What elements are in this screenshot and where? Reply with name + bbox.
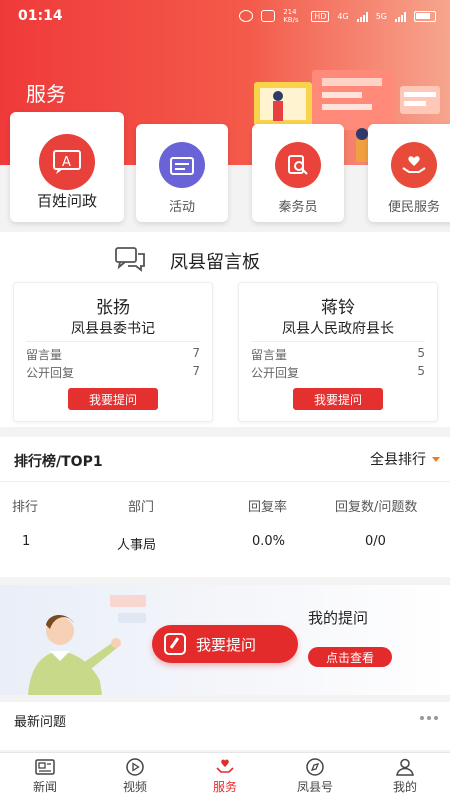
latest-questions-title: 最新问题	[14, 715, 67, 730]
service-label: 百姓问政	[36, 192, 97, 210]
column-header-reply-count: 回复数/问题数	[335, 500, 418, 515]
calendar-icon	[159, 142, 205, 188]
ask-question-pill-button[interactable]: 我要提问	[152, 625, 298, 663]
divider	[26, 341, 200, 342]
leader-role: 凤县人民政府县长	[282, 321, 394, 337]
signal2-icon	[395, 11, 406, 22]
caret-down-icon	[432, 456, 440, 462]
service-card-huodong[interactable]: 活动	[136, 124, 228, 222]
stat-label: 留言量	[251, 348, 288, 362]
leader-role: 凤县县委书记	[71, 321, 155, 337]
tab-label: 新闻	[32, 780, 57, 794]
stat-label: 留言量	[26, 348, 63, 362]
ask-banner[interactable]: 我要提问 我的提问 点击查看	[0, 585, 450, 695]
divider	[0, 481, 450, 482]
silent-icon	[261, 10, 276, 22]
user-icon	[396, 758, 414, 776]
status-icons: 214 KB/s HD 4G 5G	[239, 8, 436, 24]
stat-label: 公开回复	[26, 366, 75, 380]
table-cell-department: 人事局	[117, 538, 157, 553]
more-icon[interactable]	[420, 716, 438, 720]
service-card-bianmin[interactable]: 便民服务	[368, 124, 450, 222]
stat-label: 公开回复	[251, 366, 300, 380]
net-speed: 214 KB/s	[283, 8, 299, 24]
network2-label: 5G	[375, 11, 387, 21]
play-icon	[126, 758, 144, 776]
tab-news[interactable]: 新闻	[0, 753, 90, 800]
tab-label: 服务	[212, 780, 237, 794]
ranking-filter-dropdown[interactable]: 全县排行	[370, 449, 440, 469]
service-card-baixing[interactable]: A 百姓问政	[10, 112, 124, 222]
leader-name: 张扬	[96, 298, 130, 318]
compass-icon	[306, 758, 324, 776]
stat-row: 公开回复 5	[251, 364, 425, 381]
stat-value: 5	[417, 346, 425, 360]
heart-service-icon	[216, 759, 234, 773]
ask-pill-label: 我要提问	[196, 635, 257, 654]
table-cell-reply-count: 0/0	[365, 534, 386, 549]
speaker-illustration	[28, 595, 146, 695]
tab-label: 我的	[392, 780, 417, 794]
latest-questions-section: 最新问题	[0, 702, 450, 750]
leader-name: 蒋铃	[321, 298, 355, 318]
tab-label: 凤县号	[296, 780, 333, 794]
divider	[251, 341, 425, 342]
chat-icon	[115, 247, 145, 272]
ranking-title: 排行榜/TOP1	[14, 454, 103, 470]
service-label: 便民服务	[387, 200, 440, 215]
page-title: 服务	[26, 82, 66, 106]
table-cell-reply-rate: 0.0%	[252, 534, 286, 549]
column-header-rank: 排行	[12, 500, 39, 515]
message-a-icon: A	[39, 134, 95, 190]
column-header-reply-rate: 回复率	[248, 500, 288, 515]
ranking-filter-label: 全县排行	[370, 452, 426, 468]
stat-row: 留言量 5	[251, 346, 425, 363]
table-cell-rank: 1	[22, 534, 31, 549]
service-card-qinwuyuan[interactable]: 秦务员	[252, 124, 344, 222]
stat-row: 公开回复 7	[26, 364, 200, 381]
service-label: 活动	[168, 200, 195, 215]
leader-card: 张扬 凤县县委书记 留言量 7 公开回复 7 我要提问	[13, 282, 213, 422]
ranking-section: 排行榜/TOP1 全县排行 排行 部门 回复率 回复数/问题数 1 人事局 0.…	[0, 437, 450, 577]
service-cards: A 百姓问政 活动 秦务员 便民服务	[0, 112, 450, 222]
ask-question-button[interactable]: 我要提问	[68, 388, 158, 410]
status-time: 01:14	[18, 8, 63, 24]
alarm-icon	[239, 10, 254, 22]
service-label: 秦务员	[278, 200, 318, 215]
svg-text:A: A	[62, 155, 71, 170]
my-questions-title: 我的提问	[308, 609, 369, 627]
bottom-tab-bar: 新闻 视频 服务 凤县号 我的	[0, 752, 450, 800]
status-bar: 01:14 214 KB/s HD 4G 5G	[0, 0, 450, 32]
tab-fengxianhao[interactable]: 凤县号	[270, 753, 360, 800]
stat-row: 留言量 7	[26, 346, 200, 363]
edit-icon	[164, 633, 186, 655]
tab-video[interactable]: 视频	[90, 753, 180, 800]
message-board: 凤县留言板 张扬 凤县县委书记 留言量 7 公开回复 7 我要提问 蒋铃 凤县人…	[0, 232, 450, 427]
signal-icon	[356, 11, 368, 22]
column-header-department: 部门	[128, 500, 155, 515]
battery-icon	[414, 10, 436, 22]
leader-card: 蒋铃 凤县人民政府县长 留言量 5 公开回复 5 我要提问	[238, 282, 438, 422]
network-label: 4G	[337, 11, 349, 21]
stat-value: 7	[192, 364, 200, 378]
board-title: 凤县留言板	[170, 252, 260, 273]
search-doc-icon	[275, 142, 321, 188]
view-my-questions-button[interactable]: 点击查看	[308, 647, 392, 667]
tab-mine[interactable]: 我的	[360, 753, 450, 800]
stat-value: 7	[192, 346, 200, 360]
hd-badge: HD	[311, 10, 330, 22]
heart-hands-icon	[391, 142, 437, 188]
news-icon	[35, 759, 55, 775]
tab-service[interactable]: 服务	[180, 753, 270, 800]
tab-label: 视频	[122, 780, 147, 794]
stat-value: 5	[417, 364, 425, 378]
ask-question-button[interactable]: 我要提问	[293, 388, 383, 410]
